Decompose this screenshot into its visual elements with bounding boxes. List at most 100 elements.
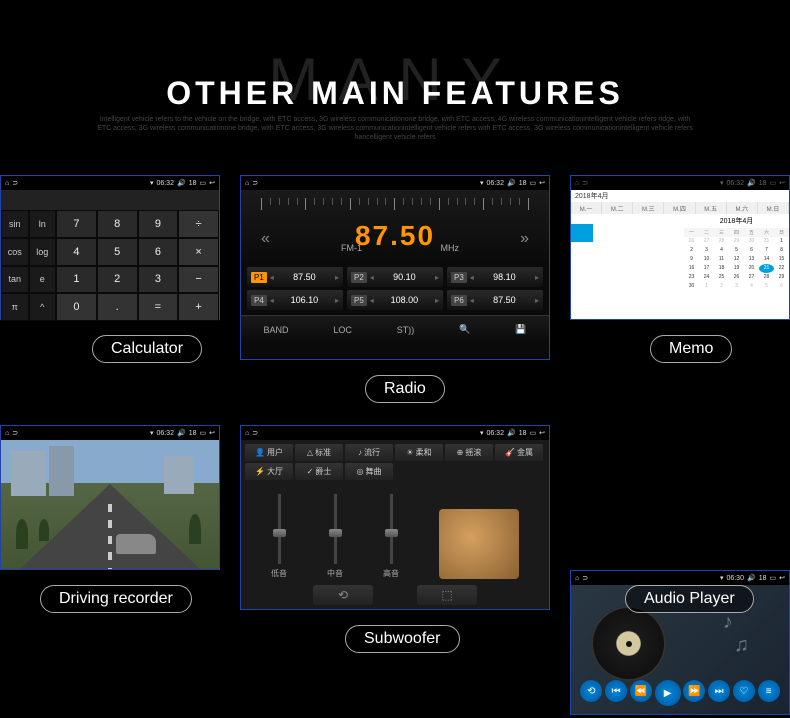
home-icon[interactable]: ⌂: [575, 575, 579, 582]
eq-preset-标准[interactable]: △标准: [295, 444, 343, 461]
cal-day[interactable]: 26: [684, 237, 699, 246]
eq-slider-中音[interactable]: 中音: [327, 494, 343, 579]
home-icon[interactable]: ⌂: [245, 180, 249, 187]
calc-key[interactable]: =: [138, 293, 179, 321]
calc-key[interactable]: ×: [178, 238, 219, 266]
cal-day[interactable]: 23: [684, 273, 699, 282]
cal-day[interactable]: 15: [774, 255, 789, 264]
sub-btn-right[interactable]: ⬚: [417, 585, 477, 605]
sub-btn-left[interactable]: ⟲: [313, 585, 373, 605]
cal-day[interactable]: 22: [774, 264, 789, 273]
audio-prev-button[interactable]: ⏮: [605, 680, 627, 702]
calc-key-log[interactable]: log: [29, 238, 57, 266]
cal-day[interactable]: 8: [774, 246, 789, 255]
back-icon[interactable]: ⊃: [582, 179, 588, 187]
cal-day[interactable]: 4: [744, 282, 759, 291]
eq-preset-大厅[interactable]: ⚡大厅: [245, 463, 293, 480]
cal-day[interactable]: 6: [774, 282, 789, 291]
cal-day[interactable]: 25: [714, 273, 729, 282]
cal-day[interactable]: 27: [699, 237, 714, 246]
calc-key-cos[interactable]: cos: [1, 238, 29, 266]
radio-preset-P6[interactable]: P6◂87.50▸: [447, 290, 543, 310]
radio-bottom-btn[interactable]: LOC: [333, 325, 352, 335]
calc-key[interactable]: 8: [97, 210, 138, 238]
memo-timeline[interactable]: [571, 214, 684, 333]
audio-next-button[interactable]: ⏭: [708, 680, 730, 702]
cal-day[interactable]: 6: [744, 246, 759, 255]
cal-day[interactable]: 14: [759, 255, 774, 264]
audio-favorite-button[interactable]: ♡: [733, 680, 755, 702]
cal-day[interactable]: 5: [759, 282, 774, 291]
cal-day[interactable]: 18: [714, 264, 729, 273]
memo-tab[interactable]: M.四: [664, 202, 695, 214]
cal-day[interactable]: 29: [729, 237, 744, 246]
home-icon[interactable]: ⌂: [575, 180, 579, 187]
calc-key-sin[interactable]: sin: [1, 210, 29, 238]
eq-slider-高音[interactable]: 高音: [383, 494, 399, 579]
radio-bottom-btn[interactable]: ST)): [397, 325, 415, 335]
home-icon[interactable]: ⌂: [5, 180, 9, 187]
radio-preset-P3[interactable]: P3◂98.10▸: [447, 267, 543, 287]
cal-day[interactable]: 2: [714, 282, 729, 291]
home-icon[interactable]: ⌂: [245, 430, 249, 437]
memo-tab[interactable]: M.日: [758, 202, 789, 214]
audio-rewind-button[interactable]: ⏪: [630, 680, 652, 702]
calc-key[interactable]: 1: [56, 266, 97, 294]
cal-day[interactable]: 5: [729, 246, 744, 255]
eq-preset-柔和[interactable]: ☀柔和: [395, 444, 443, 461]
cal-day[interactable]: 7: [759, 246, 774, 255]
cal-day[interactable]: 10: [699, 255, 714, 264]
back-icon[interactable]: ⊃: [252, 179, 258, 187]
calc-key[interactable]: −: [178, 266, 219, 294]
cal-day[interactable]: 29: [774, 273, 789, 282]
memo-calendar[interactable]: 2018年4月 一二三四五六日2627282930311234567891011…: [684, 214, 789, 333]
cal-day[interactable]: 1: [774, 237, 789, 246]
memo-tab[interactable]: M.一: [571, 202, 602, 214]
calc-key[interactable]: +: [178, 293, 219, 321]
radio-preset-P1[interactable]: P1◂87.50▸: [247, 267, 343, 287]
calc-key-ln[interactable]: ln: [29, 210, 57, 238]
cal-day[interactable]: 12: [729, 255, 744, 264]
cal-day[interactable]: 28: [714, 237, 729, 246]
cal-day[interactable]: 27: [744, 273, 759, 282]
cal-day[interactable]: 21: [759, 264, 774, 273]
back-icon[interactable]: ⊃: [582, 574, 588, 582]
memo-tab[interactable]: M.三: [633, 202, 664, 214]
cal-day[interactable]: 28: [759, 273, 774, 282]
eq-preset-金属[interactable]: 🎸金属: [495, 444, 543, 461]
calc-key[interactable]: 6: [138, 238, 179, 266]
calc-key-^[interactable]: ^: [29, 293, 57, 321]
radio-bottom-btn[interactable]: BAND: [263, 325, 288, 335]
calc-key-e[interactable]: e: [29, 266, 57, 294]
audio-forward-button[interactable]: ⏩: [683, 680, 705, 702]
cal-day[interactable]: 3: [729, 282, 744, 291]
cal-day[interactable]: 13: [744, 255, 759, 264]
eq-slider-低音[interactable]: 低音: [271, 494, 287, 579]
cal-day[interactable]: 2: [684, 246, 699, 255]
calc-key-π[interactable]: π: [1, 293, 29, 321]
cal-day[interactable]: 31: [759, 237, 774, 246]
radio-preset-P4[interactable]: P4◂106.10▸: [247, 290, 343, 310]
radio-bottom-btn[interactable]: 🔍: [459, 324, 470, 335]
eq-preset-爵士[interactable]: ✓爵士: [295, 463, 343, 480]
calc-key[interactable]: ÷: [178, 210, 219, 238]
back-icon[interactable]: ⊃: [252, 429, 258, 437]
cal-day[interactable]: 17: [699, 264, 714, 273]
memo-tab[interactable]: M.五: [696, 202, 727, 214]
cal-day[interactable]: 4: [714, 246, 729, 255]
cal-day[interactable]: 24: [699, 273, 714, 282]
eq-preset-摇滚[interactable]: ⊕摇滚: [445, 444, 493, 461]
eq-preset-流行[interactable]: ♪流行: [345, 444, 393, 461]
calc-key[interactable]: 7: [56, 210, 97, 238]
memo-tab[interactable]: M.六: [727, 202, 758, 214]
cal-day[interactable]: 30: [684, 282, 699, 291]
cal-day[interactable]: 1: [699, 282, 714, 291]
cal-day[interactable]: 3: [699, 246, 714, 255]
radio-preset-P2[interactable]: P2◂90.10▸: [347, 267, 443, 287]
cal-day[interactable]: 26: [729, 273, 744, 282]
audio-playlist-button[interactable]: ≡: [758, 680, 780, 702]
audio-repeat-button[interactable]: ⟲: [580, 680, 602, 702]
calc-key[interactable]: .: [97, 293, 138, 321]
radio-preset-P5[interactable]: P5◂108.00▸: [347, 290, 443, 310]
calc-key[interactable]: 3: [138, 266, 179, 294]
